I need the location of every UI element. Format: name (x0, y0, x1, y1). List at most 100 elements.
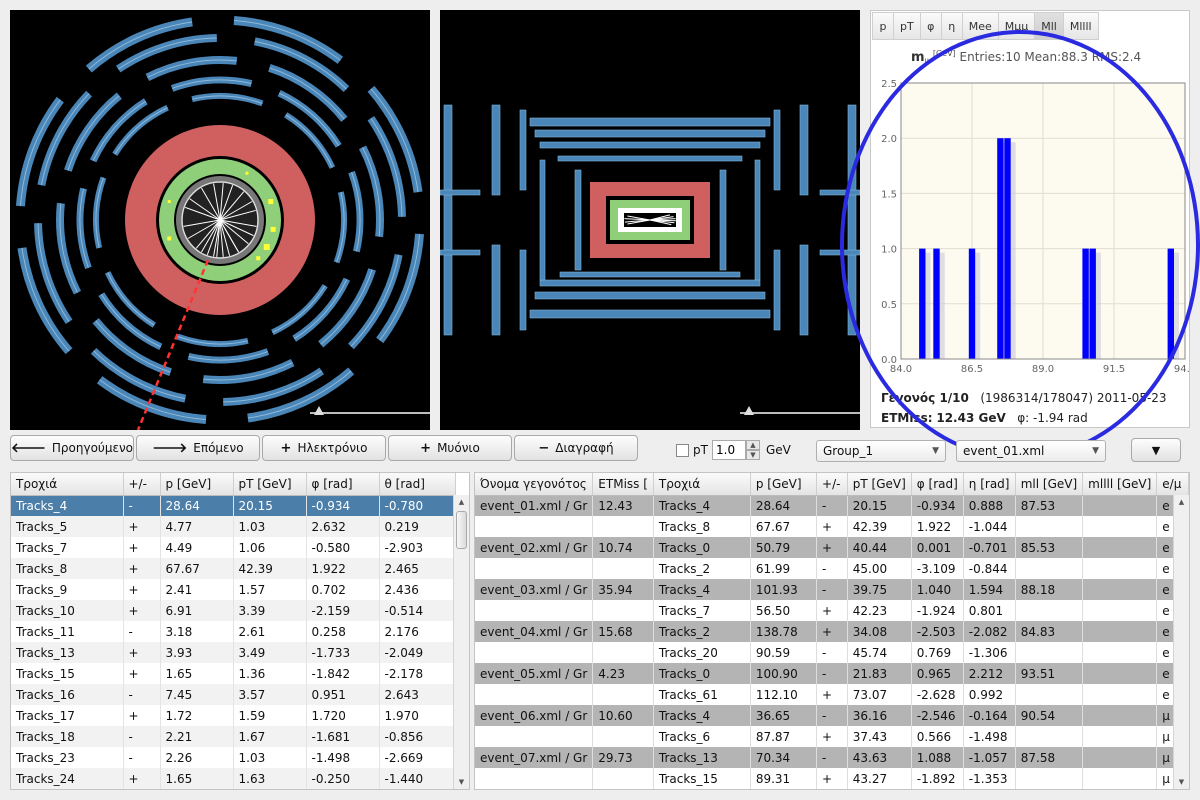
spin-down-icon[interactable]: ▼ (746, 450, 760, 460)
delete-button[interactable]: − Διαγραφή (514, 435, 638, 461)
scroll-down-icon[interactable]: ▼ (454, 775, 469, 789)
column-header[interactable]: φ [rad] (306, 473, 380, 496)
table-row[interactable]: Tracks_11-3.18 2.61 0.258 2.176 (11, 621, 456, 642)
event-counter: Γεγονός 1/10 (881, 391, 969, 405)
histogram-bar (1167, 248, 1174, 359)
column-header[interactable]: pT [GeV] (847, 473, 912, 496)
hist-tab-1[interactable]: pT (893, 12, 921, 40)
slider-thumb[interactable] (314, 406, 324, 415)
column-header[interactable]: η [rad] (963, 473, 1016, 496)
muon-chamber (491, 244, 501, 336)
table-row[interactable]: Tracks_23-2.26 1.03 -1.498 -2.669 (11, 747, 456, 768)
muon-chamber (799, 104, 809, 196)
column-header[interactable]: Τροχιά (11, 473, 124, 496)
next-button[interactable]: 🡒 Επόμενο (136, 435, 260, 461)
table-row[interactable]: Tracks_8 67.67 +42.39 1.922 -1.044 e (475, 516, 1189, 537)
scroll-down-icon[interactable]: ▼ (1174, 775, 1189, 789)
hist-tab-5[interactable]: Mμμ (997, 12, 1036, 40)
table-cell: 29.73 (592, 747, 654, 768)
muon-chamber (773, 249, 781, 331)
table-row[interactable]: Tracks_13 +3.93 3.49 -1.733 -2.049 (11, 642, 456, 663)
column-header[interactable]: p [GeV] (160, 473, 234, 496)
event-file-select[interactable]: event_01.xml ▼ (956, 440, 1106, 462)
hist-tab-7[interactable]: Mllll (1062, 12, 1099, 40)
hist-tab-2[interactable]: φ (919, 12, 942, 40)
table-row[interactable]: event_06.xml / Gr 10.60 Tracks_4 36.65-36.1… (475, 705, 1189, 726)
group-select[interactable]: Group_1 ▼ (816, 440, 946, 462)
table-cell: 0.951 (306, 684, 380, 705)
table-row[interactable]: Tracks_61 112.10 +73.07 -2.628 0.992 e (475, 684, 1189, 705)
table-row[interactable]: Tracks_10 +6.91 3.39 -2.159 -0.514 (11, 600, 456, 621)
column-header[interactable]: +/- (816, 473, 848, 496)
table-row[interactable]: Tracks_16-7.45 3.57 0.951 2.643 (11, 684, 456, 705)
table-cell: 45.00 (847, 558, 912, 579)
table-cell (1015, 516, 1084, 537)
table-row[interactable]: Tracks_2 61.99-45.00 -3.109 -0.844 e (475, 558, 1189, 579)
table-row[interactable]: Tracks_20 90.59-45.74 0.769 -1.306 e (475, 642, 1189, 663)
muon-chamber (754, 159, 761, 281)
electron-button[interactable]: + Ηλεκτρόνιο (262, 435, 386, 461)
column-header[interactable]: +/- (123, 473, 161, 496)
table-cell: Tracks_16 (11, 684, 124, 705)
zoom-slider-xy[interactable] (310, 406, 430, 418)
column-header[interactable]: Τροχιά (653, 473, 751, 496)
table-row[interactable]: Tracks_7 56.50 +42.23 -1.924 0.801 e (475, 600, 1189, 621)
hist-tab-4[interactable]: Mee (961, 12, 999, 40)
energy-deposit (245, 171, 249, 175)
table-cell: 0.702 (306, 579, 380, 600)
table-row[interactable]: Tracks_7 +4.49 1.06 -0.580 -2.903 (11, 537, 456, 558)
table-row[interactable]: event_02.xml / Gr 10.74 Tracks_0 50.79 +40.4… (475, 537, 1189, 558)
column-header[interactable]: ETMiss [ (592, 473, 654, 496)
table-row[interactable]: Tracks_18-2.21 1.67 -1.681 -0.856 (11, 726, 456, 747)
table-row[interactable]: Tracks_24 +1.65 1.63 -0.250 -1.440 (11, 768, 456, 789)
scroll-up-icon[interactable]: ▲ (1174, 495, 1189, 509)
events-scrollbar[interactable]: ▲ ▼ (1173, 495, 1189, 789)
table-cell: -0.780 (379, 495, 456, 516)
slider-thumb[interactable] (744, 406, 754, 415)
table-cell: Tracks_15 (11, 663, 124, 684)
column-header[interactable]: e/μ (1156, 473, 1189, 496)
zoom-slider-rz[interactable] (740, 406, 860, 418)
table-row[interactable]: event_07.xml / Gr 29.73 Tracks_13 70.34-43.… (475, 747, 1189, 768)
tracks-scrollbar[interactable]: ▲ ▼ (453, 495, 469, 789)
column-header[interactable]: φ [rad] (911, 473, 964, 496)
column-header[interactable]: Όνομα γεγονότος (475, 473, 594, 496)
histogram-bar (1004, 138, 1011, 359)
muon-button[interactable]: + Μυόνιο (388, 435, 512, 461)
table-cell: 2.212 (963, 663, 1016, 684)
hist-tab-3[interactable]: η (940, 12, 963, 40)
event-display-rz[interactable] (440, 10, 860, 430)
menu-button[interactable]: ▼ (1131, 438, 1181, 462)
table-row[interactable]: event_05.xml / Gr 4.23 Tracks_0 100.90-21.8… (475, 663, 1189, 684)
table-row[interactable]: Tracks_17 +1.72 1.59 1.720 1.970 (11, 705, 456, 726)
scroll-thumb[interactable] (456, 511, 467, 549)
table-row[interactable]: Tracks_8 +67.67 42.39 1.922 2.465 (11, 558, 456, 579)
event-display-xy[interactable] (10, 10, 430, 430)
table-row[interactable]: Tracks_9 +2.41 1.57 0.702 2.436 (11, 579, 456, 600)
hist-tab-0[interactable]: p (872, 12, 894, 40)
column-header[interactable]: mllll [GeV] (1082, 473, 1158, 496)
column-header[interactable]: pT [GeV] (233, 473, 307, 496)
table-row[interactable]: Tracks_5 +4.77 1.03 2.632 0.219 (11, 516, 456, 537)
table-row[interactable]: Tracks_6 87.87 +37.43 0.566 -1.498 μ (475, 726, 1189, 747)
pt-threshold-input[interactable] (712, 440, 746, 460)
previous-button[interactable]: 🡐 Προηγούμενο (10, 435, 134, 461)
spin-up-icon[interactable]: ▲ (746, 440, 760, 450)
table-cell: 1.67 (233, 726, 307, 747)
table-row[interactable]: event_04.xml / Gr 15.68 Tracks_2 138.78 +34.… (475, 621, 1189, 642)
pt-checkbox[interactable] (676, 444, 689, 457)
table-cell: 2.465 (379, 558, 456, 579)
table-row[interactable]: Tracks_4-28.64 20.15 -0.934 -0.780 (11, 495, 456, 516)
hist-tab-6[interactable]: Mll (1034, 12, 1064, 40)
column-header[interactable]: mll [GeV] (1015, 473, 1084, 496)
scroll-up-icon[interactable]: ▲ (454, 495, 469, 509)
table-cell: 1.57 (233, 579, 307, 600)
table-row[interactable]: event_03.xml / Gr 35.94 Tracks_4 101.93-39.… (475, 579, 1189, 600)
table-cell: 36.16 (847, 705, 912, 726)
column-header[interactable]: θ [rad] (379, 473, 456, 496)
table-cell: + (123, 516, 161, 537)
table-row[interactable]: event_01.xml / Gr 12.43 Tracks_4 28.64-20.1… (475, 495, 1189, 516)
table-row[interactable]: Tracks_15 +1.65 1.36 -1.842 -2.178 (11, 663, 456, 684)
table-row[interactable]: Tracks_15 89.31 +43.27 -1.892 -1.353 μ (475, 768, 1189, 789)
column-header[interactable]: p [GeV] (750, 473, 818, 496)
